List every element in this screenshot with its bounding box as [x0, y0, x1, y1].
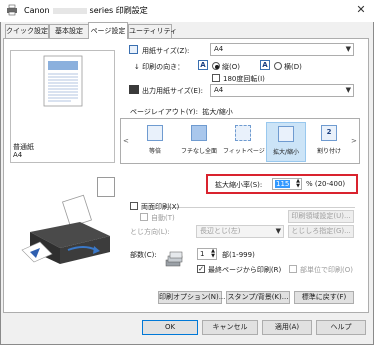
binding-value: 長辺とじ(左) [200, 227, 241, 235]
layout-fit-icon [235, 125, 251, 141]
ok-button[interactable]: OK [142, 320, 198, 335]
landscape-icon: A [260, 60, 270, 70]
portrait-label: 縦(O) [222, 63, 240, 71]
help-button[interactable]: ヘルプ [316, 320, 366, 335]
duplex-checkbox[interactable] [130, 202, 138, 210]
layout-scaled-icon [278, 126, 294, 142]
defaults-button[interactable]: 標準に戻す(F) [294, 291, 354, 304]
duplex-auto-checkbox[interactable] [140, 213, 148, 221]
collate-label: 部単位で印刷(O) [300, 266, 353, 274]
print-area-setup-button[interactable]: 印刷領域設定(U)... [288, 210, 354, 223]
orientation-label: ↓ 印刷の向き： [134, 62, 184, 72]
layout-label-text: ページレイアウト(Y): [130, 108, 198, 116]
binding-select[interactable]: 長辺とじ(左) ▼ [196, 225, 284, 238]
last-page-first-checkbox[interactable]: ✓ [197, 265, 205, 273]
output-size-value: A4 [214, 86, 224, 94]
tab-quick-setup[interactable]: クイック設定 [5, 24, 49, 38]
spin-arrows-icon[interactable]: ▲ ▼ [296, 179, 300, 189]
page-preview-image [43, 55, 83, 107]
layout-normal[interactable]: 等倍 [135, 122, 175, 162]
layout-label: ページレイアウト(Y): 拡大/縮小 [130, 107, 233, 117]
cancel-button[interactable]: キャンセル [202, 320, 258, 335]
page-size-label: 用紙サイズ(Z): [142, 47, 190, 55]
margin-button[interactable]: とじしろ指定(G)... [288, 225, 354, 238]
output-size-select[interactable]: A4 ▼ [210, 84, 354, 97]
printer-illustration [18, 192, 118, 270]
layout-scaled[interactable]: 拡大/縮小 [266, 122, 306, 162]
layout-borderless-icon [191, 125, 207, 141]
output-size-label: 出力用紙サイズ(E): [142, 87, 204, 95]
apply-button[interactable]: 適用(A) [262, 320, 312, 335]
arrow-icon: ↓ [134, 63, 143, 71]
layout-page-layout[interactable]: 2 割り付け [309, 122, 349, 162]
layout-2up-label: 割り付け [316, 148, 341, 155]
scale-spinbox[interactable]: 115 ▲ ▼ [272, 178, 302, 190]
layout-borderless-label: フチなし全面 [180, 148, 217, 155]
printer-icon [129, 85, 139, 94]
binding-label: とじ方向(L): [130, 228, 170, 236]
title-suffix: series 印刷設定 [89, 6, 148, 15]
copies-stack-icon [164, 251, 184, 269]
scale-label: 拡大縮小率(S): [215, 181, 263, 189]
print-options-button[interactable]: 印刷オプション(N)... [158, 291, 225, 304]
scale-range: % (20-400) [306, 180, 346, 188]
page-size-select[interactable]: A4 ▼ [210, 43, 354, 56]
duplex-group-divider [165, 207, 355, 208]
rotate-180-label: 180度回転(I) [223, 75, 265, 83]
scroll-right-icon[interactable]: > [351, 122, 359, 160]
collate-checkbox[interactable] [289, 265, 297, 273]
copies-value[interactable]: 1 [200, 250, 204, 258]
chevron-down-icon: ▼ [345, 45, 351, 53]
layout-fit-label: フィットページ [223, 148, 265, 155]
layout-normal-label: 等倍 [148, 148, 161, 155]
copies-range: 部(1-999) [222, 251, 255, 259]
landscape-radio[interactable] [274, 62, 282, 70]
scroll-left-icon[interactable]: < [123, 122, 131, 160]
title-model-redacted [52, 7, 87, 14]
tab-maintenance[interactable]: ユーティリティ [128, 24, 177, 38]
layout-fit-to-page[interactable]: フィットページ [223, 122, 265, 162]
scale-value[interactable]: 115 [275, 180, 291, 188]
last-page-first-label: 最終ページから印刷(R) [208, 266, 282, 274]
portrait-radio[interactable] [212, 62, 220, 70]
copies-label: 部数(C): [130, 251, 157, 259]
printer-app-icon [6, 4, 18, 16]
chevron-down-icon: ▼ [345, 86, 351, 94]
page-size-icon [129, 45, 138, 54]
stamp-background-button[interactable]: スタンプ/背景(K)... [226, 291, 290, 304]
title-brand: Canon [24, 6, 50, 15]
window-title: Canon series 印刷設定 [24, 5, 148, 16]
copies-spinbox[interactable]: 1 ▲ ▼ [197, 248, 217, 260]
landscape-label: 横(D) [284, 63, 302, 71]
layout-scaled-label: 拡大/縮小 [272, 149, 300, 156]
tab-page-setup[interactable]: ページ設定 [88, 22, 128, 39]
chevron-down-icon: ▼ [275, 227, 281, 235]
page-size-value: A4 [214, 45, 224, 53]
orientation-label-text: 印刷の向き： [142, 63, 185, 71]
duplex-label: 両面印刷(X) [141, 203, 180, 211]
close-icon[interactable]: ✕ [354, 3, 368, 17]
layout-2up-icon: 2 [321, 125, 337, 141]
layout-borderless[interactable]: フチなし全面 [179, 122, 219, 162]
layout-current-value: 拡大/縮小 [202, 108, 233, 116]
spin-arrows-icon[interactable]: ▲ ▼ [211, 249, 215, 259]
tab-main[interactable]: 基本設定 [49, 24, 89, 38]
rotate-180-checkbox[interactable] [212, 74, 220, 82]
portrait-icon: A [198, 60, 208, 70]
duplex-auto-label: 自動(T) [151, 214, 175, 222]
layout-normal-icon [147, 125, 163, 141]
paper-size-text: A4 [13, 151, 23, 159]
